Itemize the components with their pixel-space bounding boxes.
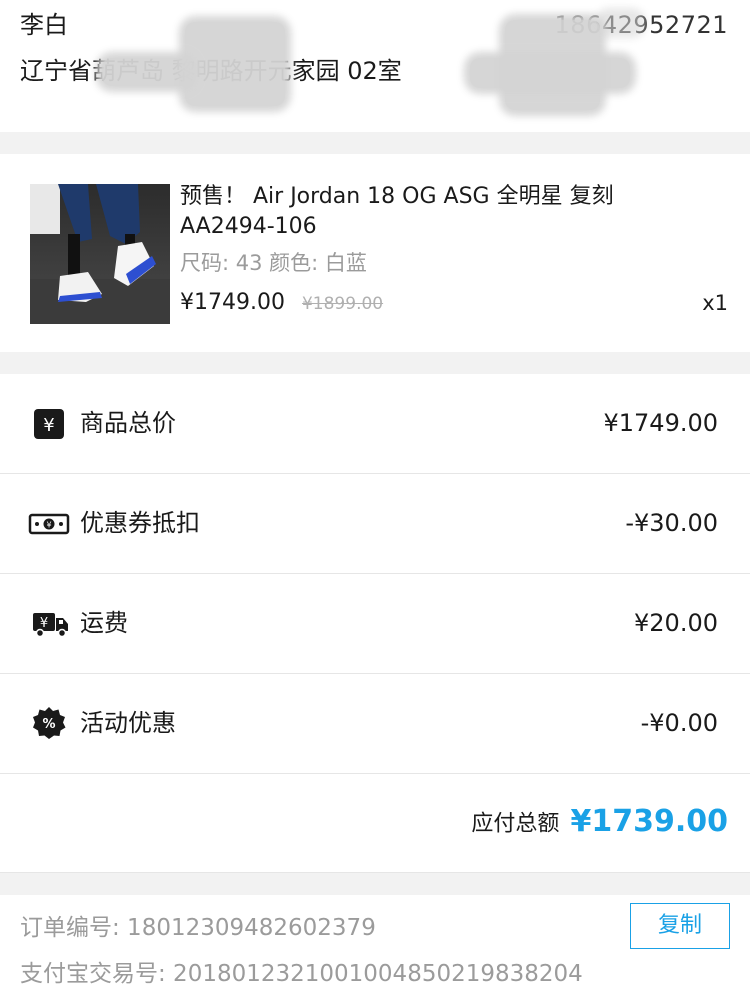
summary-row-promotion: % 活动优惠 -¥0.00	[0, 674, 750, 774]
product-price-row: ¥1749.00 ¥1899.00	[180, 288, 383, 319]
delivery-truck-icon: ¥	[32, 608, 68, 640]
summary-value: -¥30.00	[625, 509, 718, 537]
redaction-mark	[102, 58, 192, 86]
summary-value: -¥0.00	[640, 709, 718, 737]
summary-row-shipping: ¥ 运费 ¥20.00	[0, 574, 750, 674]
product-quantity: x1	[702, 291, 728, 315]
alipay-transaction-number: 支付宝交易号: 2018012321001004850219838204	[20, 961, 583, 987]
summary-value: ¥1749.00	[603, 409, 718, 437]
yen-icon: ¥	[32, 408, 66, 440]
redaction-mark	[600, 14, 640, 32]
redaction-mark	[470, 58, 630, 88]
summary-row-coupon: ¥ 优惠券抵扣 -¥30.00	[0, 474, 750, 574]
total-value: ¥1739.00	[570, 804, 728, 839]
discount-percent-icon: %	[32, 707, 66, 740]
section-divider	[0, 352, 750, 374]
summary-label: 活动优惠	[80, 709, 176, 737]
product-item[interactable]: 预售！ Air Jordan 18 OG ASG 全明星 复刻 AA2494-1…	[0, 154, 750, 352]
summary-label: 优惠券抵扣	[80, 509, 200, 537]
svg-text:¥: ¥	[43, 415, 54, 436]
price-summary: ¥ 商品总价 ¥1749.00 ¥ 优惠券抵扣 -¥30.00 ¥ 运费 ¥20…	[0, 374, 750, 873]
order-info: 订单编号: 18012309482602379 支付宝交易号: 20180123…	[0, 895, 750, 1000]
product-original-price: ¥1899.00	[301, 294, 384, 314]
summary-total-row: 应付总额 ¥1739.00	[0, 774, 750, 873]
product-price: ¥1749.00	[180, 290, 285, 315]
order-number: 订单编号: 18012309482602379	[20, 915, 376, 941]
shipping-address: 李白 18642952721 辽宁省葫芦岛 黎明路开元家园 02室	[0, 0, 750, 132]
total-label: 应付总额	[471, 811, 560, 837]
section-divider	[0, 873, 750, 895]
product-attributes: 尺码: 43 颜色: 白蓝	[180, 251, 367, 275]
section-divider	[0, 132, 750, 154]
recipient-name: 李白	[20, 11, 68, 39]
summary-label: 商品总价	[80, 409, 176, 437]
product-title: 预售！ Air Jordan 18 OG ASG 全明星 复刻 AA2494-1…	[180, 184, 614, 239]
redaction-mark	[185, 22, 285, 106]
summary-row-subtotal: ¥ 商品总价 ¥1749.00	[0, 374, 750, 474]
svg-text:%: %	[42, 717, 55, 732]
product-thumbnail	[30, 184, 170, 324]
total-amount: 应付总额 ¥1739.00	[471, 804, 728, 839]
copy-order-number-button[interactable]: 复制	[630, 903, 730, 949]
svg-text:¥: ¥	[40, 616, 48, 631]
summary-value: ¥20.00	[634, 609, 718, 637]
coupon-icon: ¥	[28, 508, 70, 540]
svg-text:¥: ¥	[46, 521, 51, 530]
summary-label: 运费	[80, 609, 128, 637]
